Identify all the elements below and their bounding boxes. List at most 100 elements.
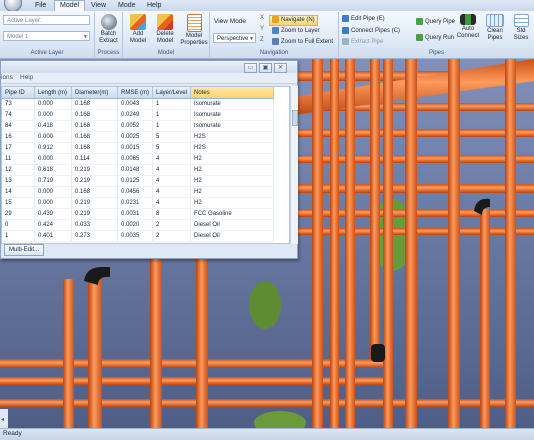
pipe-vertical[interactable] bbox=[383, 59, 393, 428]
column-header-rmse[interactable]: RMSE (m) bbox=[117, 87, 153, 99]
navigate-button[interactable]: Navigate (N) bbox=[269, 15, 318, 26]
column-header-diameter[interactable]: Diameter(m) bbox=[71, 87, 118, 99]
tab-model[interactable]: Model bbox=[54, 0, 86, 11]
pipe-valve[interactable] bbox=[371, 344, 385, 362]
pipe-vertical[interactable] bbox=[63, 279, 74, 428]
table-cell: H2S bbox=[190, 131, 275, 143]
window-title-bar[interactable]: ▭ ▣ ✕ bbox=[1, 61, 297, 73]
process-group: Batch Extract Process bbox=[95, 12, 123, 57]
pipe-vertical[interactable] bbox=[448, 59, 460, 428]
delete-model-button[interactable]: Delete Model bbox=[153, 14, 177, 45]
pipe-vertical[interactable] bbox=[312, 59, 323, 428]
pipe-vertical[interactable] bbox=[480, 209, 490, 428]
active-layer-dropdown[interactable]: Model 1 ▼ bbox=[3, 31, 90, 41]
query-pipe-button[interactable]: Query Pipe bbox=[416, 18, 455, 27]
axis-x-toggle[interactable]: X bbox=[260, 15, 264, 21]
table-cell: 12 bbox=[2, 164, 35, 176]
maximize-button[interactable]: ▣ bbox=[259, 63, 272, 73]
pipe-vertical[interactable] bbox=[405, 59, 417, 428]
menu-options[interactable]: ions bbox=[1, 74, 13, 81]
zoom-extent-icon bbox=[272, 38, 279, 45]
active-layer-value: Model 1 bbox=[7, 34, 29, 40]
extract-pipe-button[interactable]: Extract Pipe bbox=[342, 38, 383, 47]
pipe-vertical[interactable] bbox=[370, 59, 380, 359]
table-cell: 0.0020 bbox=[117, 219, 153, 231]
status-text: Ready bbox=[3, 430, 22, 437]
batch-extract-button[interactable]: Batch Extract bbox=[98, 14, 119, 45]
table-cell: H2 bbox=[190, 164, 275, 176]
view-mode-dropdown[interactable]: Perspective ▼ bbox=[213, 33, 256, 43]
model-group: Add Model Delete Model Model Properties … bbox=[123, 12, 210, 57]
multi-edit-button[interactable]: Multi-Edit... bbox=[4, 244, 45, 256]
pipe-vertical[interactable] bbox=[88, 274, 102, 428]
table-cell: 0.168 bbox=[71, 131, 118, 143]
column-header-length[interactable]: Length (m) bbox=[34, 87, 72, 99]
table-cell: 74 bbox=[2, 109, 35, 121]
query-run-button[interactable]: Query Run bbox=[416, 34, 454, 43]
table-row[interactable]: 29 0.439 0.219 0.0031 8 FCC Gasoline bbox=[2, 208, 275, 220]
table-row[interactable]: 16 0.000 0.168 0.0025 5 H2S bbox=[2, 131, 275, 143]
table-row[interactable]: 84 0.418 0.168 0.0052 1 Isomurate bbox=[2, 120, 275, 132]
axis-y-toggle[interactable]: Y bbox=[260, 26, 264, 32]
table-cell: 8 bbox=[152, 208, 192, 220]
table-cell: H2 bbox=[190, 153, 275, 165]
connect-pipes-button[interactable]: Connect Pipes (C) bbox=[342, 27, 400, 36]
table-cell: 0.0025 bbox=[117, 131, 153, 143]
clean-pipes-icon bbox=[486, 14, 504, 27]
pipe-vertical[interactable] bbox=[330, 59, 339, 428]
table-row[interactable]: 15 0.000 0.219 0.0231 4 H2 bbox=[2, 197, 275, 209]
table-cell: Diesel Oil bbox=[190, 230, 275, 242]
pipe-table[interactable]: Pipe ID Length (m) Diameter(m) RMSE (m) … bbox=[1, 86, 290, 244]
table-cell: H2 bbox=[190, 186, 275, 198]
scrollbar-thumb[interactable] bbox=[292, 110, 298, 126]
table-cell: 11 bbox=[2, 153, 35, 165]
table-row[interactable]: 13 0.719 0.219 0.0125 4 H2 bbox=[2, 175, 275, 187]
table-cell: 1 bbox=[152, 98, 192, 110]
model-properties-button[interactable]: Model Properties bbox=[180, 14, 208, 47]
column-header-pipe-id[interactable]: Pipe ID bbox=[2, 87, 35, 99]
axis-z-toggle[interactable]: Z bbox=[260, 37, 264, 43]
table-row[interactable]: 0 0.424 0.033 0.0020 2 Diesel Oil bbox=[2, 219, 275, 231]
menu-help[interactable]: Help bbox=[20, 74, 33, 81]
zoom-to-layer-button[interactable]: Zoom to Layer bbox=[272, 27, 320, 36]
navigate-arrows-icon bbox=[272, 16, 279, 23]
table-vertical-scrollbar[interactable] bbox=[290, 86, 298, 244]
clean-pipes-label: Clean Pipes bbox=[487, 28, 503, 41]
table-row[interactable]: 1 0.401 0.273 0.0035 2 Diesel Oil bbox=[2, 230, 275, 242]
close-icon: ✕ bbox=[277, 65, 284, 71]
column-header-notes[interactable]: Notes bbox=[190, 87, 275, 99]
add-model-button[interactable]: Add Model bbox=[126, 14, 150, 45]
table-row[interactable]: 11 0.000 0.114 0.0065 4 H2 bbox=[2, 153, 275, 165]
minimize-button[interactable]: ▭ bbox=[244, 63, 257, 73]
pipe-vertical[interactable] bbox=[345, 59, 355, 428]
clean-pipes-button[interactable]: Clean Pipes bbox=[483, 14, 507, 42]
table-cell: 4 bbox=[152, 164, 192, 176]
table-row[interactable]: 12 0.618 0.219 0.0148 4 H2 bbox=[2, 164, 275, 176]
table-row[interactable]: 17 0.912 0.168 0.0015 5 H2S bbox=[2, 142, 275, 154]
table-cell: 1 bbox=[152, 109, 192, 121]
pipe-table-window[interactable]: ▭ ▣ ✕ ions Help Pipe ID Length (m) Diame… bbox=[0, 60, 298, 259]
table-cell: 1 bbox=[2, 230, 35, 242]
tab-view[interactable]: View bbox=[86, 1, 111, 11]
table-row[interactable]: 73 0.000 0.168 0.0043 1 Isomurate bbox=[2, 98, 275, 110]
table-cell: H2 bbox=[190, 175, 275, 187]
tab-file[interactable]: File bbox=[30, 1, 51, 11]
column-header-layer-level[interactable]: Layer/Level bbox=[152, 87, 192, 99]
tab-mode[interactable]: Mode bbox=[113, 1, 141, 11]
batch-extract-label: Batch Extract bbox=[99, 31, 118, 44]
close-button[interactable]: ✕ bbox=[274, 63, 287, 73]
auto-connect-button[interactable]: Auto Connect bbox=[455, 14, 481, 40]
table-row[interactable]: 14 0.000 0.168 0.0456 4 H2 bbox=[2, 186, 275, 198]
table-cell: 0.000 bbox=[34, 153, 72, 165]
pipe-vertical[interactable] bbox=[505, 59, 516, 428]
std-sizes-button[interactable]: Std Sizes bbox=[510, 14, 532, 42]
edit-pipe-label: Edit Pipe (E) bbox=[351, 16, 385, 23]
query-pipe-icon bbox=[416, 18, 423, 25]
edit-pipe-button[interactable]: Edit Pipe (E) bbox=[342, 15, 385, 24]
table-cell: 4 bbox=[152, 197, 192, 209]
table-row[interactable]: 74 0.000 0.168 0.0249 1 Isomurate bbox=[2, 109, 275, 121]
zoom-to-full-extent-button[interactable]: Zoom to Full Extent bbox=[272, 38, 333, 47]
add-model-label: Add Model bbox=[129, 31, 147, 44]
table-cell: 16 bbox=[2, 131, 35, 143]
tab-help[interactable]: Help bbox=[142, 1, 166, 11]
